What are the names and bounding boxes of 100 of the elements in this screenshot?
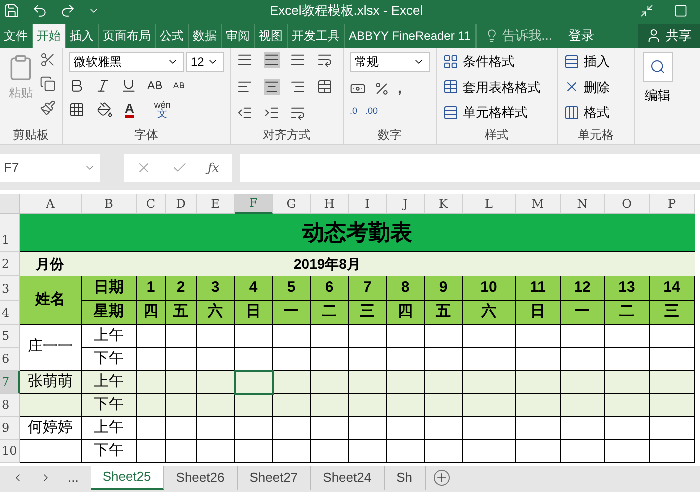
column-header[interactable]: M [516,194,561,214]
person-icon[interactable] [646,28,662,44]
column-header[interactable]: O [605,194,650,214]
table-cell[interactable] [349,325,387,348]
redo-icon[interactable] [60,3,76,19]
table-cell[interactable] [349,371,387,394]
row-header[interactable]: 10 [0,440,20,463]
table-cell[interactable] [137,440,166,463]
align-center-icon[interactable] [264,78,280,95]
borders-icon[interactable] [69,102,85,118]
column-header[interactable]: N [561,194,605,214]
add-sheet-icon[interactable] [434,470,450,486]
row-header[interactable]: 8 [0,394,20,417]
middle-align-icon[interactable] [264,52,280,68]
column-header[interactable]: C [137,194,166,214]
font-size-field[interactable]: 12 [186,52,224,72]
sheet-tab[interactable]: Sheet27 [238,466,312,490]
table-cell[interactable] [605,348,650,371]
column-header[interactable]: I [349,194,387,214]
cells-button[interactable]: 删除 [564,78,628,97]
table-cell[interactable] [197,348,235,371]
styles-button[interactable]: 条件格式 [443,52,551,72]
row-header[interactable]: 2 [0,252,20,276]
cells-button[interactable]: 格式 [564,103,628,122]
table-cell[interactable] [273,348,311,371]
row-header[interactable]: 5 [0,325,20,348]
column-header[interactable]: F [235,194,273,214]
table-cell[interactable] [311,394,349,417]
table-cell[interactable] [650,325,695,348]
table-cell[interactable] [425,394,463,417]
table-cell[interactable] [166,394,197,417]
table-cell[interactable] [516,394,561,417]
table-cell[interactable] [349,417,387,440]
table-cell[interactable] [561,348,605,371]
tell-me-field[interactable]: 告诉我... [502,26,552,46]
table-cell[interactable] [311,440,349,463]
table-cell[interactable] [650,440,695,463]
table-cell[interactable] [235,394,273,417]
column-header[interactable]: B [82,194,137,214]
bottom-align-icon[interactable] [290,52,306,68]
table-cell[interactable] [516,325,561,348]
table-cell[interactable] [273,417,311,440]
table-cell[interactable] [166,417,197,440]
underline-icon[interactable] [121,78,137,94]
maximize-icon[interactable] [674,4,688,18]
sheet-tab[interactable]: Sheet25 [90,466,164,490]
column-header[interactable]: E [197,194,235,214]
row-header[interactable]: 3 [0,276,20,301]
cut-icon[interactable] [40,52,56,68]
table-cell[interactable] [166,325,197,348]
orientation-icon[interactable] [290,105,306,122]
name-box[interactable]: F7 [0,154,100,182]
percent-icon[interactable] [374,80,390,96]
table-cell[interactable] [20,394,82,417]
sheet-tab[interactable]: Sh [384,466,426,490]
table-cell[interactable] [20,440,82,463]
format-cells-icon[interactable] [564,104,580,121]
row-header[interactable]: 7 [0,371,20,394]
insert-function-icon[interactable]: ƒx [208,158,220,176]
table-cell[interactable] [387,394,425,417]
fill-color-icon[interactable] [97,102,113,118]
table-cell[interactable] [650,394,695,417]
cell-style-icon[interactable] [443,104,459,121]
table-cell[interactable] [516,371,561,394]
row-header[interactable]: 6 [0,348,20,371]
table-cell[interactable] [235,417,273,440]
table-cell[interactable] [605,325,650,348]
table-cell[interactable] [387,348,425,371]
table-cell[interactable] [349,348,387,371]
table-cell[interactable] [561,440,605,463]
table-cell[interactable] [463,440,516,463]
table-cell[interactable] [650,371,695,394]
table-cell[interactable] [561,371,605,394]
column-header[interactable]: G [273,194,311,214]
table-cell[interactable] [197,440,235,463]
table-cell[interactable] [311,371,349,394]
table-cell[interactable] [516,440,561,463]
table-cell[interactable] [463,348,516,371]
table-cell[interactable] [311,417,349,440]
table-cell[interactable] [137,417,166,440]
more-sheets-button[interactable]: ... [68,468,79,488]
table-cell[interactable] [387,325,425,348]
undo-icon[interactable] [32,3,48,19]
table-format-icon[interactable] [443,79,459,96]
italic-icon[interactable] [95,78,111,94]
table-cell[interactable] [463,325,516,348]
table-cell[interactable] [605,394,650,417]
cells-button[interactable]: 插入 [564,52,628,72]
table-cell[interactable] [425,348,463,371]
editing-button[interactable]: 编辑 [645,86,671,106]
row-header[interactable]: 1 [0,214,20,252]
wrap-text-icon[interactable] [316,52,332,68]
table-cell[interactable] [137,394,166,417]
share-button[interactable]: 共享 [638,24,700,48]
number-format-field[interactable]: 常规 [350,52,430,72]
column-header[interactable]: L [463,194,516,214]
table-cell[interactable] [197,417,235,440]
table-cell[interactable] [605,371,650,394]
table-cell[interactable] [605,417,650,440]
table-cell[interactable] [197,394,235,417]
